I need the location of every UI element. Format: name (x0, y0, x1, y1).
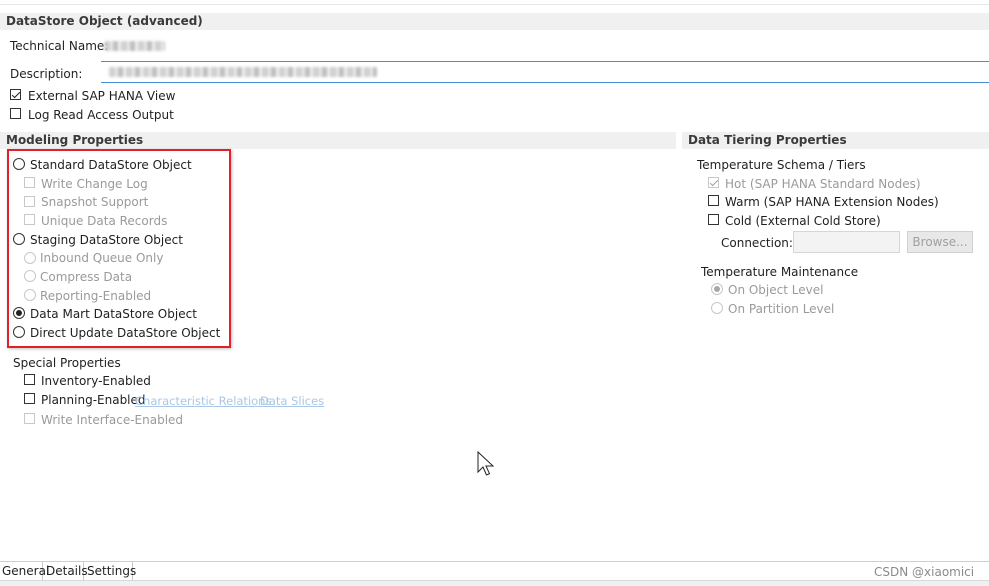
partition-level-label: On Partition Level (728, 302, 835, 316)
technical-name-label: Technical Name: (10, 39, 109, 53)
direct-update-dso-label: Direct Update DataStore Object (30, 326, 221, 340)
description-field-top (101, 61, 989, 62)
hot-tier-checkbox[interactable] (708, 177, 719, 188)
snapshot-support-checkbox[interactable] (24, 196, 35, 207)
inbound-queue-radio[interactable] (24, 252, 36, 264)
snapshot-support-label: Snapshot Support (41, 195, 149, 209)
compress-data-radio[interactable] (24, 270, 36, 282)
external-view-label: External SAP HANA View (28, 89, 176, 103)
data-mart-dso-radio[interactable] (13, 307, 25, 319)
unique-data-records-label: Unique Data Records (41, 214, 168, 228)
write-change-log-label: Write Change Log (41, 177, 148, 191)
staging-dso-label: Staging DataStore Object (30, 233, 183, 247)
technical-name-value (104, 41, 165, 51)
description-label: Description: (10, 67, 83, 81)
characteristic-relations-link[interactable]: Characteristic Relations (135, 393, 271, 409)
connection-label: Connection: (721, 236, 793, 250)
browse-button[interactable]: Browse... (907, 231, 973, 253)
special-properties-title: Special Properties (13, 356, 121, 370)
tab-bar-bottom (0, 580, 989, 586)
planning-enabled-checkbox[interactable] (24, 393, 35, 404)
modeling-section-header: Modeling Properties (0, 132, 676, 149)
mouse-cursor-icon (477, 451, 495, 476)
data-slices-link[interactable]: Data Slices (260, 393, 324, 409)
tab-general[interactable]: General (0, 562, 49, 580)
warm-tier-checkbox[interactable] (708, 195, 719, 206)
cold-tier-checkbox[interactable] (708, 214, 719, 225)
log-read-checkbox[interactable] (10, 108, 21, 119)
tab-settings[interactable]: Settings (85, 562, 136, 580)
standard-dso-label: Standard DataStore Object (30, 158, 192, 172)
object-level-label: On Object Level (728, 283, 824, 297)
compress-data-label: Compress Data (40, 270, 133, 284)
partition-level-radio[interactable] (711, 302, 723, 314)
data-mart-dso-label: Data Mart DataStore Object (30, 307, 197, 321)
warm-tier-label: Warm (SAP HANA Extension Nodes) (725, 195, 939, 209)
watermark: CSDN @xiaomici (874, 565, 975, 579)
external-view-checkbox[interactable] (10, 89, 21, 100)
write-interface-label: Write Interface-Enabled (41, 413, 184, 427)
staging-dso-radio[interactable] (13, 233, 25, 245)
tab-details[interactable]: Details (44, 562, 88, 580)
reporting-enabled-radio[interactable] (24, 289, 36, 301)
planning-enabled-label: Planning-Enabled (41, 393, 146, 407)
write-interface-checkbox[interactable] (24, 413, 35, 424)
inventory-enabled-checkbox[interactable] (24, 374, 35, 385)
general-section-header: DataStore Object (advanced) (0, 13, 989, 30)
unique-data-records-checkbox[interactable] (24, 214, 35, 225)
hot-tier-label: Hot (SAP HANA Standard Nodes) (725, 177, 921, 191)
cold-tier-label: Cold (External Cold Store) (725, 214, 881, 228)
temperature-maintenance-label: Temperature Maintenance (701, 265, 859, 279)
direct-update-dso-radio[interactable] (13, 326, 25, 338)
tiering-section-header: Data Tiering Properties (682, 132, 989, 149)
connection-input[interactable] (793, 231, 900, 253)
top-border (0, 4, 989, 5)
inventory-enabled-label: Inventory-Enabled (41, 374, 151, 388)
temperature-schema-label: Temperature Schema / Tiers (697, 158, 866, 172)
tab-bar-line (0, 561, 989, 562)
write-change-log-checkbox[interactable] (24, 177, 35, 188)
inbound-queue-label: Inbound Queue Only (40, 251, 164, 265)
standard-dso-radio[interactable] (13, 158, 25, 170)
object-level-radio[interactable] (711, 283, 723, 295)
description-field[interactable] (101, 61, 989, 83)
description-value (109, 67, 377, 77)
reporting-enabled-label: Reporting-Enabled (40, 289, 152, 303)
log-read-label: Log Read Access Output (28, 108, 174, 122)
